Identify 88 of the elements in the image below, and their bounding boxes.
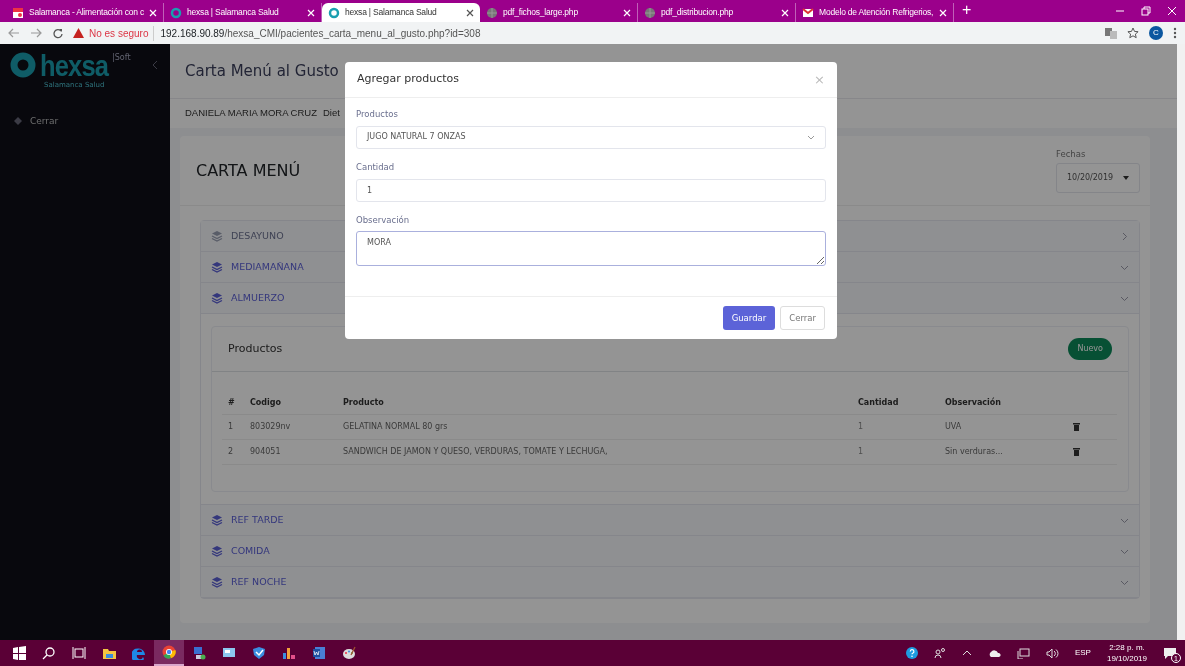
menu-icon[interactable] bbox=[1173, 27, 1177, 39]
close-icon[interactable] bbox=[466, 8, 474, 17]
patient-detail: Diet bbox=[323, 106, 340, 121]
date-select[interactable]: 10/20/2019 bbox=[1056, 163, 1140, 194]
products-title: Productos bbox=[228, 340, 283, 357]
chevron-icon bbox=[807, 134, 815, 140]
people-icon[interactable] bbox=[933, 647, 946, 659]
chrome-icon bbox=[162, 645, 176, 659]
select-field[interactable]: JUGO NATURAL 7 ONZAS bbox=[356, 125, 826, 149]
profile-avatar[interactable]: C bbox=[1149, 26, 1163, 40]
bar-chart-icon bbox=[282, 646, 296, 660]
field-label: Productos bbox=[356, 108, 399, 121]
patient-name: DANIELA MARIA MORA CRUZ bbox=[185, 106, 317, 121]
shield-icon bbox=[252, 646, 266, 660]
column-header: # bbox=[222, 392, 244, 415]
chevron-icon bbox=[1120, 231, 1129, 241]
cloud-icon[interactable] bbox=[987, 649, 1001, 657]
ring-icon bbox=[170, 6, 182, 19]
diamond-icon bbox=[14, 117, 22, 126]
trash-icon[interactable] bbox=[1073, 422, 1080, 431]
monitor-icon bbox=[222, 646, 236, 660]
card-title: CARTA MENÚ bbox=[196, 159, 301, 182]
ring-icon bbox=[328, 6, 340, 19]
network-icon[interactable] bbox=[1016, 647, 1030, 659]
back-icon[interactable] bbox=[8, 28, 20, 38]
table-cell: 1 bbox=[858, 422, 864, 431]
close-button[interactable]: Cerrar bbox=[780, 305, 825, 331]
caret-icon bbox=[1123, 176, 1129, 181]
security-label[interactable]: No es seguro bbox=[89, 25, 149, 41]
warning-icon bbox=[73, 28, 84, 38]
windows-icon bbox=[12, 646, 26, 660]
browser-tab[interactable]: hexsa | Salamanca Salud bbox=[322, 3, 480, 22]
edge-icon bbox=[132, 646, 146, 660]
logo-tag: |Soft bbox=[112, 52, 131, 64]
column-header: Producto bbox=[337, 392, 852, 415]
mail-icon bbox=[802, 6, 814, 19]
table-cell: SANDWICH DE JAMON Y QUESO, VERDURAS, TOMATE Y LECHUGA, bbox=[343, 447, 608, 456]
star-icon[interactable] bbox=[1127, 27, 1139, 39]
logo-text: hexsa bbox=[40, 52, 109, 80]
layers-icon bbox=[211, 230, 223, 242]
app-icon bbox=[12, 6, 24, 19]
table-cell: GELATINA NORMAL 80 grs bbox=[343, 422, 448, 431]
column-header: Observación bbox=[939, 392, 1067, 415]
word-icon bbox=[312, 646, 326, 660]
globe-icon bbox=[644, 6, 656, 19]
url-text[interactable]: 192.168.90.89/hexsa_CMI/pacientes_carta_menu_al_gusto.php?id=308 bbox=[153, 25, 481, 41]
search-icon bbox=[42, 646, 56, 660]
modal-title: Agregar productos bbox=[357, 71, 460, 88]
scrollbar[interactable] bbox=[1177, 44, 1185, 640]
column-header: Cantidad bbox=[852, 392, 939, 415]
sidebar-item[interactable]: Cerrar bbox=[10, 114, 160, 128]
table-cell: 904051 bbox=[250, 447, 281, 456]
palette-icon bbox=[342, 646, 356, 660]
globe-icon bbox=[486, 6, 498, 19]
folder-icon bbox=[102, 646, 116, 660]
help-icon[interactable] bbox=[905, 647, 918, 659]
logo-icon bbox=[10, 52, 36, 78]
table-cell: 1 bbox=[228, 422, 234, 431]
input-field[interactable]: 1 bbox=[356, 178, 826, 202]
chevron-up-icon[interactable] bbox=[961, 650, 972, 656]
layers-icon bbox=[211, 292, 223, 304]
task-view-icon bbox=[72, 646, 86, 660]
restore-icon[interactable] bbox=[1141, 6, 1151, 16]
clock[interactable]: 2:28 p. m. 19/10/2019 bbox=[1106, 642, 1147, 664]
reload-icon[interactable] bbox=[52, 27, 63, 39]
language-indicator[interactable]: ESP bbox=[1074, 647, 1091, 659]
date-label: Fechas bbox=[1056, 147, 1087, 161]
textarea-field[interactable]: MORA bbox=[356, 231, 826, 267]
layers-icon bbox=[211, 545, 223, 557]
translate-icon[interactable] bbox=[1105, 27, 1117, 39]
table-cell: UVA bbox=[945, 422, 962, 431]
table-cell: 1 bbox=[858, 447, 864, 456]
column-header: Codigo bbox=[244, 392, 337, 415]
field-label: Observación bbox=[356, 213, 411, 227]
layers-icon bbox=[211, 514, 223, 526]
field-label: Cantidad bbox=[356, 160, 396, 174]
layers-icon bbox=[211, 576, 223, 588]
table-cell: 803029nv bbox=[250, 422, 291, 431]
save-button[interactable]: Guardar bbox=[722, 305, 776, 331]
forward-icon[interactable] bbox=[30, 28, 42, 38]
table-cell: Sin verduras... bbox=[945, 447, 1003, 456]
layers-icon bbox=[211, 261, 223, 273]
message-icon bbox=[1163, 646, 1177, 660]
trash-icon[interactable] bbox=[1073, 447, 1080, 456]
table-cell: 2 bbox=[228, 447, 234, 456]
computer-icon bbox=[192, 646, 206, 660]
new-tab-button[interactable]: + bbox=[962, 0, 972, 22]
volume-icon[interactable] bbox=[1045, 647, 1059, 659]
